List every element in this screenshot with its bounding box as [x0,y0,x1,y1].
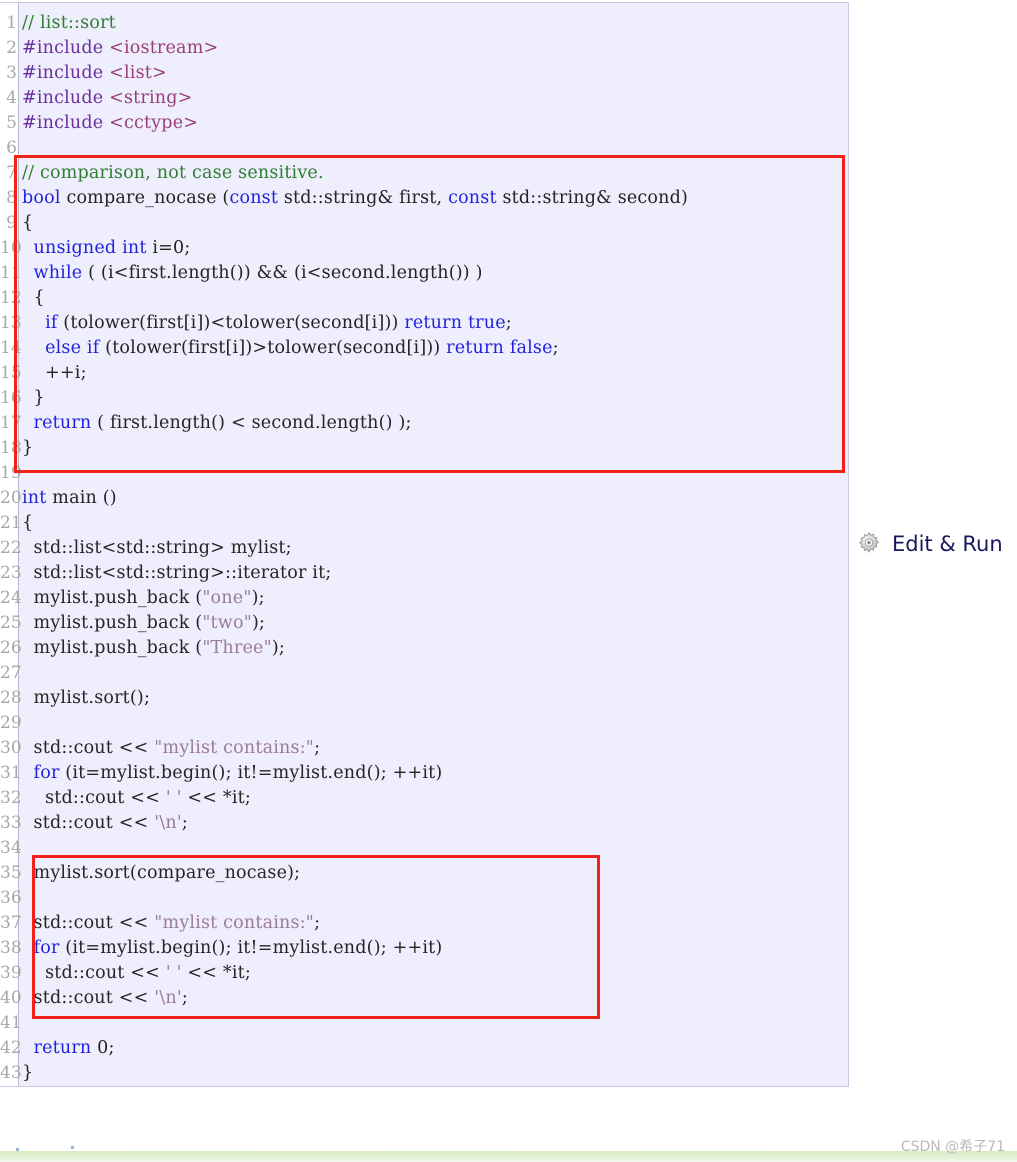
line-number: 25 [0,613,22,633]
csdn-watermark: CSDN @希子71 [900,1139,1005,1155]
code-line: std::list<std::string> mylist; [33,538,292,558]
line-number: 31 [0,763,22,783]
code-line: std::cout << ' ' << *it; [45,788,251,808]
line-number: 14 [0,338,22,358]
code-editor-panel[interactable]: 1 2 3 4 5 6 7 8 9 10 11 12 13 14 15 16 17 18 19 20 21 22 23 24 2… [0,2,849,1087]
line-number: 28 [0,688,22,708]
line-number: 13 [0,313,22,333]
code-line: std::cout << ' ' << *it; [45,963,251,983]
code-line: std::list<std::string>::iterator it; [33,563,332,583]
line-number: 26 [0,638,22,658]
gear-icon [856,531,882,557]
line-number: 24 [0,588,22,608]
line-number: 6 [6,138,17,158]
code-line: std::cout << "mylist contains:"; [33,913,321,933]
code-line: } [22,438,34,458]
code-content[interactable]: // list::sort#include <iostream>#include… [19,3,848,1086]
line-number: 16 [0,388,22,408]
line-number: 8 [6,188,17,208]
edit-and-run-label: Edit & Run [892,532,1003,556]
line-number: 35 [0,863,22,883]
line-number: 4 [6,88,17,108]
code-line: return 0; [33,1038,115,1058]
line-number: 15 [0,363,22,383]
code-line: ++i; [22,363,87,383]
code-line: mylist.push_back ("two"); [33,613,266,633]
code-line: { [22,288,45,308]
line-number: 1 [6,13,17,33]
line-number: 43 [0,1063,22,1083]
line-number: 34 [0,838,22,858]
code-line: #include <list> [22,63,167,83]
edit-and-run-button[interactable]: Edit & Run [856,531,1003,557]
line-number: 22 [0,538,22,558]
code-line: { [22,513,34,533]
code-line: mylist.push_back ("one"); [33,588,265,608]
line-number: 21 [0,513,22,533]
code-line: std::cout << '\n'; [33,988,188,1008]
line-number: 2 [6,38,17,58]
code-line: for (it=mylist.begin(); it!=mylist.end()… [33,938,443,958]
code-line: } [22,388,45,408]
line-number: 5 [6,113,17,133]
code-line: else if (tolower(first[i])>tolower(secon… [45,338,559,358]
dot-2 [71,1146,74,1149]
line-number: 40 [0,988,22,1008]
code-line: mylist.sort(); [33,688,151,708]
line-number: 30 [0,738,22,758]
code-line: #include <cctype> [22,113,199,133]
line-number: 11 [0,263,22,283]
code-line: #include <iostream> [22,38,219,58]
code-line: // comparison, not case sensitive. [22,163,324,183]
line-number: 42 [0,1038,22,1058]
line-number: 41 [0,1013,22,1033]
line-number: 32 [0,788,22,808]
line-number: 7 [6,163,17,183]
code-line: unsigned int i=0; [33,238,191,258]
code-line: mylist.push_back ("Three"); [33,638,285,658]
line-number: 9 [6,213,17,233]
line-number: 18 [0,438,22,458]
code-line: if (tolower(first[i])<tolower(second[i])… [45,313,512,333]
line-number: 38 [0,938,22,958]
line-number: 3 [6,63,17,83]
code-line: for (it=mylist.begin(); it!=mylist.end()… [33,763,443,783]
code-line: } [22,1063,34,1083]
bottom-green-bar [0,1151,1017,1162]
line-number: 39 [0,963,22,983]
code-line: bool compare_nocase (const std::string& … [22,188,689,208]
code-line: std::cout << '\n'; [33,813,188,833]
line-number: 36 [0,888,22,908]
line-number: 10 [0,238,22,258]
code-line: while ( (i<first.length()) && (i<second.… [33,263,483,283]
page-root: 1 2 3 4 5 6 7 8 9 10 11 12 13 14 15 16 17 18 19 20 21 22 23 24 2… [0,0,1017,1162]
code-line: std::cout << "mylist contains:"; [33,738,321,758]
line-number: 27 [0,663,22,683]
code-line: int main () [22,488,117,508]
line-number: 17 [0,413,22,433]
code-line: { [22,213,34,233]
code-line: // list::sort [22,13,116,33]
code-line: return ( first.length() < second.length(… [33,413,412,433]
line-number: 20 [0,488,22,508]
line-number: 23 [0,563,22,583]
line-number-gutter: 1 2 3 4 5 6 7 8 9 10 11 12 13 14 15 16 17 18 19 20 21 22 23 24 2… [0,3,22,1086]
line-number: 19 [0,463,22,483]
line-number: 37 [0,913,22,933]
code-line: mylist.sort(compare_nocase); [33,863,301,883]
line-number: 33 [0,813,22,833]
code-line: #include <string> [22,88,193,108]
line-number: 29 [0,713,22,733]
line-number: 12 [0,288,22,308]
